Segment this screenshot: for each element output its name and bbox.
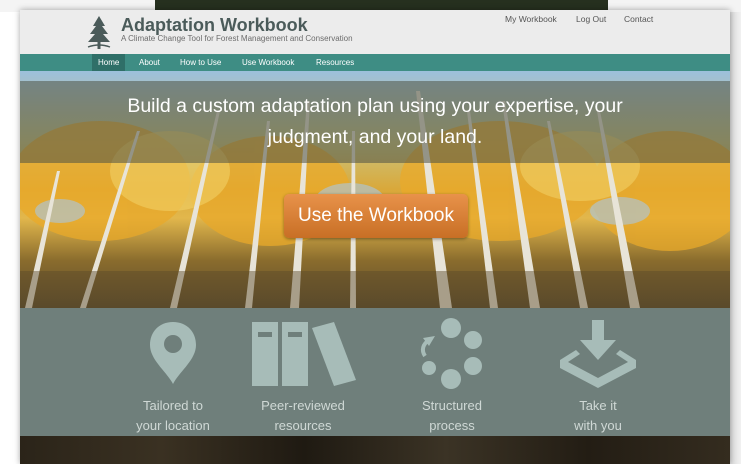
download-tray-icon [560, 320, 636, 388]
feature-location-line2: your location [136, 418, 210, 433]
location-pin-icon [150, 322, 196, 384]
feature-resources-line1: Peer-reviewed [261, 398, 345, 413]
feature-take-it-line1: Take it [579, 398, 617, 413]
feature-resources: Peer-reviewed resources [228, 308, 378, 436]
site-title[interactable]: Adaptation Workbook [121, 15, 308, 36]
site-subtitle: A Climate Change Tool for Forest Managem… [121, 34, 353, 43]
site-header: Adaptation Workbook A Climate Change Too… [20, 10, 730, 54]
nav-about[interactable]: About [133, 54, 166, 71]
feature-take-it-line2: with you [574, 418, 622, 433]
contact-link[interactable]: Contact [624, 14, 653, 24]
nav-how-to-use[interactable]: How to Use [174, 54, 227, 71]
feature-location: Tailored to your location [98, 308, 248, 436]
nav-home[interactable]: Home [92, 54, 126, 71]
background-dark-bar [155, 0, 608, 10]
feature-location-line1: Tailored to [143, 398, 203, 413]
feature-take-it: Take it with you [523, 308, 673, 436]
features-band: Tailored to your location Peer-reviewed … [20, 308, 730, 436]
my-workbook-link[interactable]: My Workbook [505, 14, 557, 24]
main-nav: Home About How to Use Use Workbook Resou… [20, 54, 730, 71]
feature-resources-line2: resources [274, 418, 332, 433]
feature-process: Structured process [377, 308, 527, 436]
hero-headline: Build a custom adaptation plan using you… [50, 91, 700, 153]
hero-headline-line2: judgment, and your land. [267, 126, 483, 148]
cycle-icon [420, 318, 482, 389]
nav-use-workbook[interactable]: Use Workbook [236, 54, 300, 71]
books-icon [252, 322, 356, 386]
hero-headline-line1: Build a custom adaptation plan using you… [127, 95, 623, 117]
forest-footer-image [20, 436, 730, 464]
hero-banner: Build a custom adaptation plan using you… [20, 71, 730, 308]
tree-logo-icon[interactable] [86, 14, 112, 50]
use-workbook-button[interactable]: Use the Workbook [284, 194, 468, 238]
feature-process-line2: process [429, 418, 475, 433]
log-out-link[interactable]: Log Out [576, 14, 606, 24]
feature-process-line1: Structured [422, 398, 482, 413]
nav-resources[interactable]: Resources [310, 54, 360, 71]
website-page: Adaptation Workbook A Climate Change Too… [20, 10, 730, 464]
